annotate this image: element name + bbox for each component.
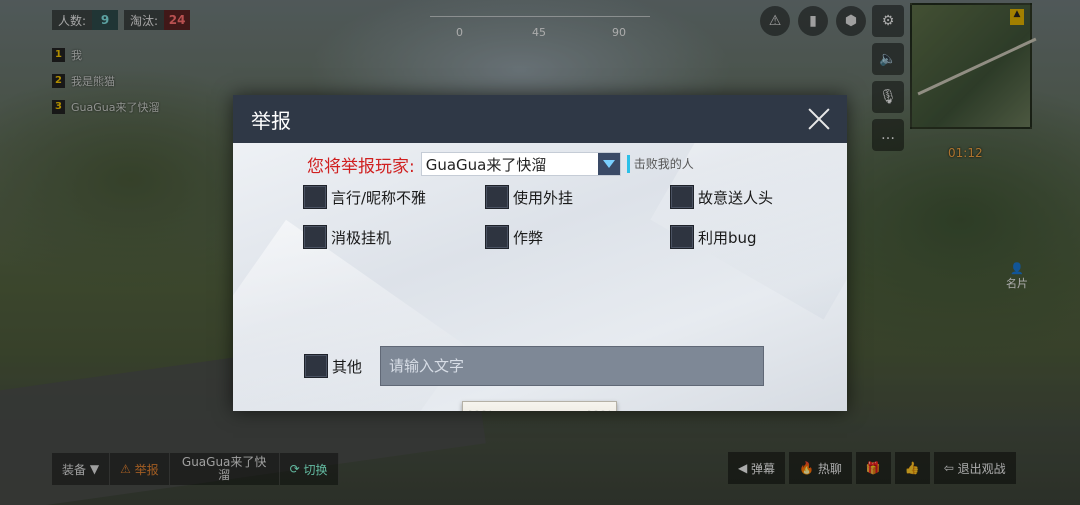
reason-checkbox-cheat-plugin[interactable]: 使用外挂 bbox=[485, 185, 573, 209]
dialog-body: 您将举报玩家: GuaGua来了快溜 击败我的人 言行/昵称不雅 使用外挂 故意… bbox=[233, 143, 847, 411]
send-button[interactable]: 发送 bbox=[462, 401, 617, 411]
reason-checkbox-other[interactable]: 其他 bbox=[304, 354, 362, 378]
checkbox[interactable] bbox=[485, 225, 509, 249]
other-label: 其他 bbox=[332, 357, 363, 376]
reason-checkbox-cheating[interactable]: 作弊 bbox=[485, 225, 543, 249]
reason-checkbox-offensive[interactable]: 言行/昵称不雅 bbox=[303, 185, 426, 209]
checkbox[interactable] bbox=[303, 185, 327, 209]
close-icon[interactable] bbox=[805, 105, 833, 133]
reason-checkbox-afk[interactable]: 消极挂机 bbox=[303, 225, 391, 249]
player-select-value: GuaGua来了快溜 bbox=[425, 155, 547, 174]
dialog-title: 举报 bbox=[251, 108, 291, 133]
checkbox[interactable] bbox=[670, 225, 694, 249]
report-target-label: 您将举报玩家: bbox=[307, 156, 415, 177]
target-tag: 击败我的人 bbox=[626, 155, 694, 173]
reason-label: 利用bug bbox=[698, 228, 757, 247]
checkbox[interactable] bbox=[303, 225, 327, 249]
reason-label: 消极挂机 bbox=[331, 228, 392, 247]
reason-checkbox-bug-abuse[interactable]: 利用bug bbox=[670, 225, 757, 249]
player-select[interactable]: GuaGua来了快溜 bbox=[420, 152, 621, 176]
reason-label: 言行/昵称不雅 bbox=[331, 188, 427, 207]
checkbox[interactable] bbox=[485, 185, 509, 209]
other-reason-input[interactable] bbox=[380, 346, 764, 386]
dialog-header: 举报 bbox=[233, 95, 847, 143]
reason-checkbox-feeding[interactable]: 故意送人头 bbox=[670, 185, 773, 209]
checkbox[interactable] bbox=[670, 185, 694, 209]
reason-label: 故意送人头 bbox=[698, 188, 774, 207]
report-target-row: 您将举报玩家: GuaGua来了快溜 击败我的人 bbox=[307, 151, 694, 177]
send-label: 发送 bbox=[522, 409, 558, 411]
chevron-down-icon[interactable] bbox=[597, 153, 620, 175]
checkbox[interactable] bbox=[304, 354, 328, 378]
report-dialog: 举报 您将举报玩家: GuaGua来了快溜 击败我的人 言行/昵称不雅 使用外挂… bbox=[233, 95, 847, 411]
reason-label: 作弊 bbox=[513, 228, 544, 247]
reason-label: 使用外挂 bbox=[513, 188, 574, 207]
